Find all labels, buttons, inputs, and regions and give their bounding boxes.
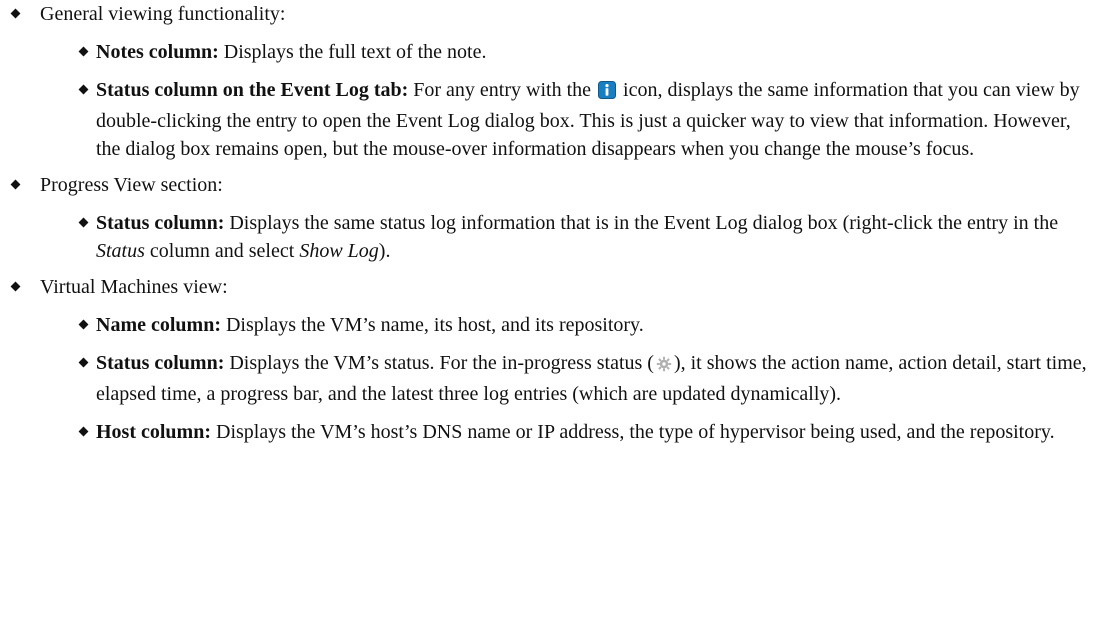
term-label: Status column on the Event Log tab:: [96, 79, 409, 101]
section-progress-view: Progress View section: Status column: Di…: [0, 171, 1101, 265]
description-text: column and select: [144, 240, 300, 262]
section-label: Virtual Machines view:: [40, 276, 228, 298]
term-label: Name column:: [96, 314, 221, 336]
ui-term-show-log: Show Log: [299, 240, 379, 262]
description-text: Displays the VM’s name, its host, and it…: [220, 314, 644, 336]
section-general-viewing: General viewing functionality: Notes col…: [0, 0, 1101, 163]
bullet-diamond: [78, 319, 89, 330]
ui-term-status: Status: [96, 240, 145, 262]
description-text: For any entry with the: [408, 79, 597, 101]
description-text: Displays the VM’s host’s DNS name or IP …: [211, 421, 1055, 443]
sub-list: Name column: Displays the VM’s name, its…: [40, 311, 1101, 446]
top-level-list: General viewing functionality: Notes col…: [0, 0, 1101, 446]
term-label: Status column:: [96, 212, 225, 234]
description-text: Displays the same status log information…: [224, 212, 1059, 234]
document: General viewing functionality: Notes col…: [0, 0, 1101, 630]
description-text: Displays the full text of the note.: [218, 41, 487, 63]
bullet-diamond: [10, 281, 21, 292]
list-item-vm-status-column: Status column: Displays the VM’s status.…: [40, 349, 1101, 408]
list-item-host-column: Host column: Displays the VM’s host’s DN…: [40, 418, 1101, 446]
section-label: General viewing functionality:: [40, 3, 286, 25]
description-text: ).: [378, 240, 391, 262]
list-item-status-column-event-log: Status column on the Event Log tab: For …: [40, 76, 1101, 163]
bullet-diamond: [10, 8, 21, 19]
term-label: Notes column:: [96, 41, 219, 63]
bullet-diamond: [78, 426, 89, 437]
term-label: Status column:: [96, 352, 225, 374]
list-item-notes-column: Notes column: Displays the full text of …: [40, 38, 1101, 66]
section-virtual-machines-view: Virtual Machines view: Name column: Disp…: [0, 273, 1101, 446]
sub-list: Notes column: Displays the full text of …: [40, 38, 1101, 163]
term-label: Host column:: [96, 421, 211, 443]
in-progress-gear-icon: [656, 352, 672, 380]
bullet-diamond: [78, 357, 89, 368]
info-icon: [598, 79, 617, 107]
description-text: Displays the VM’s status. For the in-pro…: [224, 352, 654, 374]
bullet-diamond: [78, 46, 89, 57]
bullet-diamond: [78, 84, 89, 95]
section-label: Progress View section:: [40, 174, 223, 196]
list-item-name-column: Name column: Displays the VM’s name, its…: [40, 311, 1101, 339]
bullet-diamond: [10, 179, 21, 190]
sub-list: Status column: Displays the same status …: [40, 209, 1101, 265]
list-item-progress-status-column: Status column: Displays the same status …: [40, 209, 1101, 265]
bullet-diamond: [78, 217, 89, 228]
